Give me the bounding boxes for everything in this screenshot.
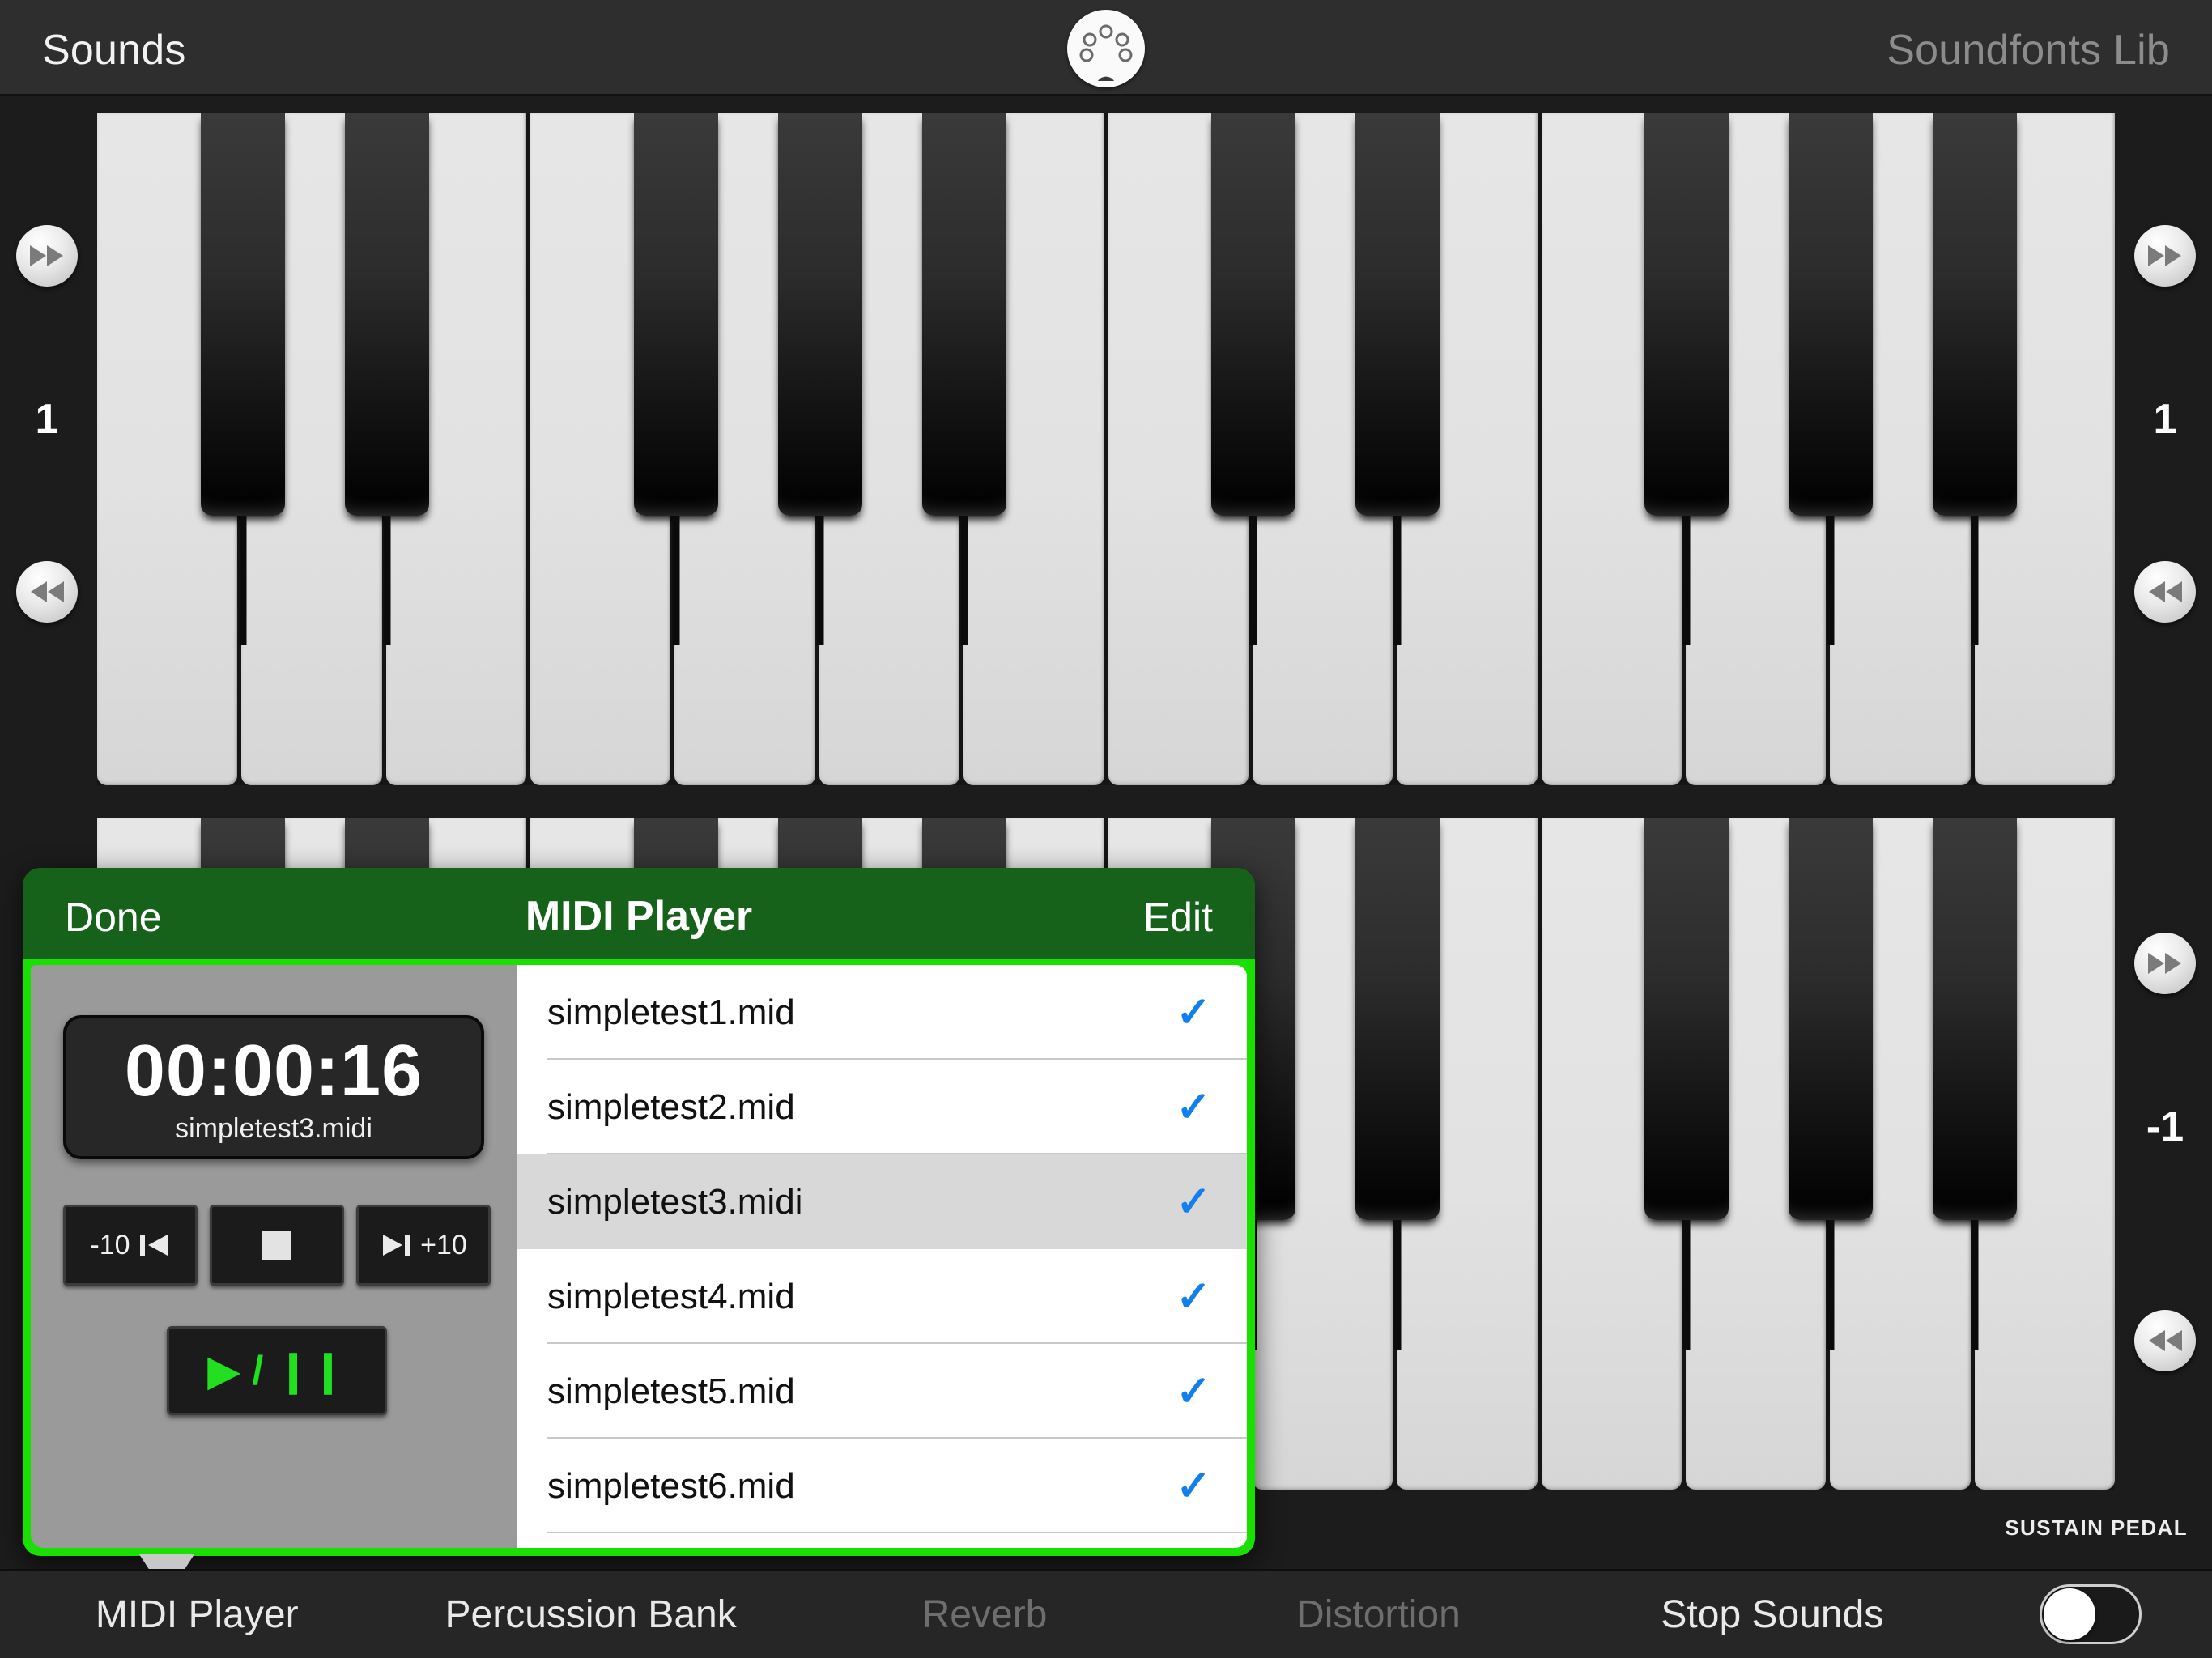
black-key[interactable] [1933, 113, 2017, 516]
rewind-icon [31, 581, 64, 602]
soundfonts-lib-button[interactable]: Soundfonts Lib [1887, 26, 2170, 74]
fast-forward-icon [2148, 245, 2181, 266]
black-key[interactable] [1789, 818, 1873, 1220]
file-name: simpletest3.midi [547, 1181, 803, 1222]
midi-file-list[interactable]: simpletest1.mid ✓ simpletest2.mid ✓ simp… [517, 965, 1247, 1548]
upper-right-octave-value: 1 [2153, 396, 2177, 443]
black-key[interactable] [1211, 113, 1295, 516]
list-item-selected[interactable]: simpletest3.midi ✓ [517, 1154, 1247, 1249]
playback-time: 00:00:16 [124, 1031, 423, 1112]
upper-left-octave-up-button[interactable] [16, 225, 78, 287]
popover-body: 00:00:16 simpletest3.midi -10 +10 ▶ / ❙❙… [23, 959, 1255, 1556]
player-panel: 00:00:16 simpletest3.midi -10 +10 ▶ / ❙❙ [31, 965, 517, 1548]
skip-back-label: -10 [90, 1229, 130, 1261]
fast-forward-icon [2148, 953, 2181, 974]
midi-din-icon[interactable] [1067, 10, 1145, 87]
app-root: Sounds Soundfonts Lib 1 1 -1 SUSTAIN PED… [0, 0, 2212, 1658]
check-icon[interactable]: ✓ [1176, 992, 1211, 1034]
list-item[interactable]: simpletest5.mid ✓ [517, 1344, 1247, 1439]
file-name: simpletest1.mid [547, 992, 795, 1032]
edit-button[interactable]: Edit [1143, 894, 1213, 941]
black-key[interactable] [922, 113, 1006, 516]
rewind-icon [2149, 581, 2182, 602]
skip-back-10-button[interactable]: -10 [63, 1205, 198, 1286]
upper-right-octave-up-button[interactable] [2134, 225, 2196, 287]
upper-left-octave-value: 1 [35, 396, 59, 443]
top-bar: Sounds Soundfonts Lib [0, 0, 2212, 96]
upper-left-octave-down-button[interactable] [16, 561, 78, 623]
lower-right-octave-down-button[interactable] [2134, 1310, 2196, 1371]
tab-distortion[interactable]: Distortion [1181, 1592, 1575, 1637]
stop-square-icon [262, 1231, 291, 1260]
black-key[interactable] [1933, 818, 2017, 1220]
sustain-toggle-wrap [1969, 1584, 2212, 1644]
skip-forward-label: +10 [420, 1229, 467, 1261]
midi-player-popover: Done MIDI Player Edit 00:00:16 simpletes… [23, 868, 1255, 1556]
file-name: simpletest4.mid [547, 1276, 795, 1316]
check-icon[interactable]: ✓ [1176, 1276, 1211, 1318]
lcd-display: 00:00:16 simpletest3.midi [63, 1015, 484, 1159]
list-item[interactable]: simpletest4.mid ✓ [517, 1249, 1247, 1344]
bottom-toolbar: MIDI Player Percussion Bank Reverb Disto… [0, 1569, 2212, 1658]
stop-button[interactable] [210, 1205, 344, 1286]
black-key[interactable] [778, 113, 862, 516]
lower-right-octave-up-button[interactable] [2134, 933, 2196, 994]
row-divider [547, 1532, 1247, 1533]
black-key[interactable] [634, 113, 718, 516]
check-icon[interactable]: ✓ [1176, 1086, 1211, 1129]
play-pause-label: ▶ / ❙❙ [208, 1348, 346, 1393]
check-icon[interactable]: ✓ [1176, 1371, 1211, 1413]
black-key[interactable] [1355, 113, 1440, 516]
check-icon[interactable]: ✓ [1176, 1465, 1211, 1507]
skip-forward-icon [383, 1235, 410, 1256]
popover-header: Done MIDI Player Edit [23, 868, 1255, 959]
list-item[interactable]: simpletest2.mid ✓ [517, 1060, 1247, 1154]
lower-right-octave-value: -1 [2146, 1103, 2184, 1150]
sounds-button[interactable]: Sounds [42, 26, 186, 74]
black-key[interactable] [201, 113, 285, 516]
tab-percussion-bank[interactable]: Percussion Bank [393, 1592, 787, 1637]
upper-right-octave-down-button[interactable] [2134, 561, 2196, 623]
rewind-icon [2149, 1330, 2182, 1351]
stop-sounds-button[interactable]: Stop Sounds [1576, 1592, 1969, 1637]
current-file-name: simpletest3.midi [175, 1113, 372, 1144]
black-key[interactable] [1644, 818, 1729, 1220]
black-key[interactable] [1644, 113, 1729, 516]
black-key[interactable] [1789, 113, 1873, 516]
black-key[interactable] [1355, 818, 1440, 1220]
tab-reverb[interactable]: Reverb [788, 1592, 1181, 1637]
file-name: simpletest6.mid [547, 1465, 795, 1506]
check-icon[interactable]: ✓ [1176, 1181, 1211, 1223]
tab-midi-player[interactable]: MIDI Player [0, 1592, 393, 1637]
list-item[interactable]: simpletest1.mid ✓ [517, 965, 1247, 1060]
toggle-knob [2044, 1588, 2096, 1640]
sustain-toggle[interactable] [2040, 1584, 2142, 1644]
popover-title: MIDI Player [525, 893, 753, 940]
fast-forward-icon [30, 245, 63, 266]
upper-keyboard[interactable] [97, 113, 2116, 785]
skip-forward-10-button[interactable]: +10 [356, 1205, 491, 1286]
sustain-pedal-label: SUSTAIN PEDAL [2005, 1516, 2188, 1540]
skip-back-icon [139, 1235, 168, 1256]
file-name: simpletest5.mid [547, 1371, 795, 1411]
transport-buttons: -10 +10 [63, 1205, 491, 1286]
list-item[interactable]: simpletest6.mid ✓ [517, 1439, 1247, 1533]
done-button[interactable]: Done [65, 894, 162, 941]
black-key[interactable] [345, 113, 429, 516]
file-name: simpletest2.mid [547, 1086, 795, 1127]
play-pause-button[interactable]: ▶ / ❙❙ [167, 1326, 387, 1415]
